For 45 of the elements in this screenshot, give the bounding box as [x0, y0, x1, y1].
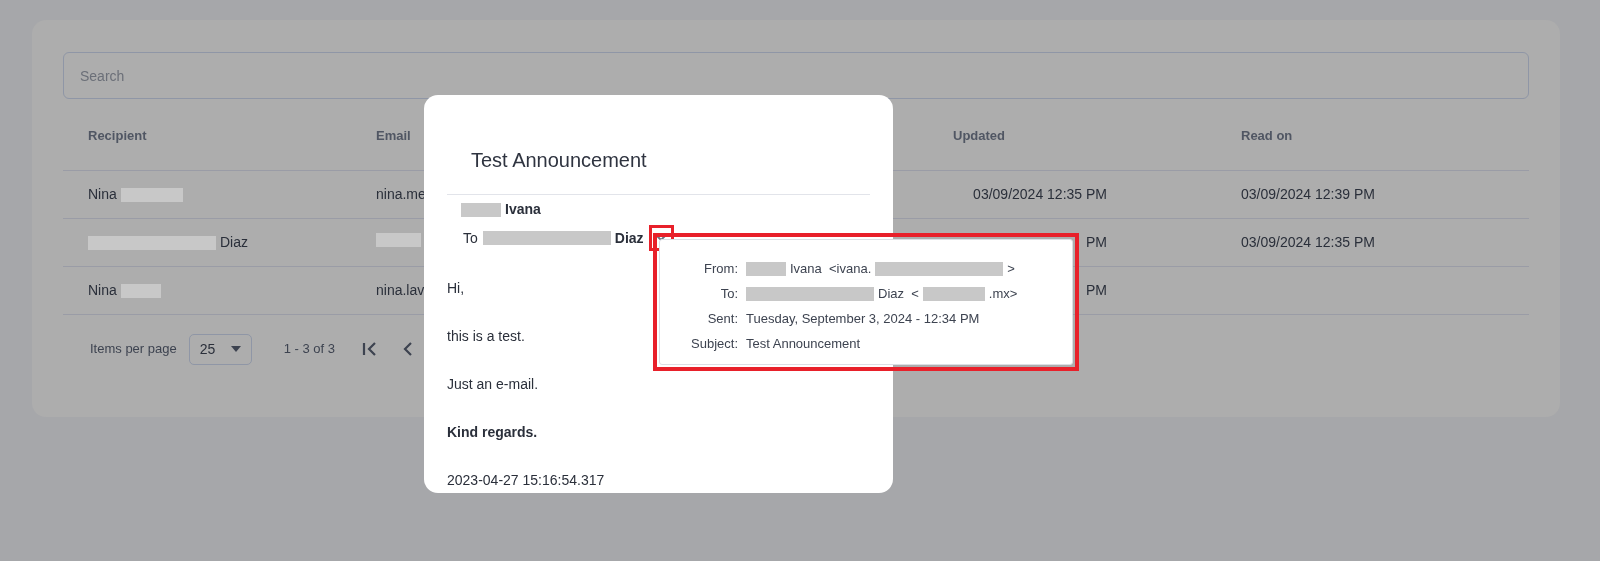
dialog-title: Test Announcement: [471, 149, 647, 171]
table-cell: nina.lav: [376, 282, 425, 298]
message-paragraph: this is a test.: [447, 327, 525, 346]
name-text: Test Announcement: [746, 334, 861, 353]
name-text: .mx>: [988, 284, 1018, 303]
message-paragraph: Hi,: [447, 279, 465, 298]
name-text: Nina: [88, 281, 117, 300]
redaction-bar: [461, 202, 501, 217]
redaction-bar: [746, 261, 786, 276]
name-text: Diaz: [614, 228, 644, 248]
chevron-left-icon: [403, 342, 414, 356]
table-cell: 03/09/2024 12:35 PM: [1241, 234, 1375, 250]
page-size-select[interactable]: 25: [188, 333, 252, 365]
message-paragraph: Kind regards.: [447, 423, 538, 442]
items-per-page-label: Items per page: [90, 340, 177, 359]
detail-label: To:: [720, 285, 738, 301]
name-text: >: [1007, 259, 1015, 278]
table-cell: nina.me: [376, 186, 426, 202]
to-label: To: [462, 228, 478, 248]
redaction-bar: [120, 283, 161, 298]
page-range: 1 - 3 of 3: [283, 340, 336, 359]
name-text: Nina: [88, 185, 117, 204]
redaction-bar: [376, 233, 421, 247]
name-text: Ivana <ivana.: [790, 259, 872, 278]
redaction-bar: [120, 187, 183, 202]
caret-down-icon: [230, 346, 241, 352]
message-paragraph: 2023-04-27 15:16:54.317: [447, 471, 605, 490]
name-text: Diaz <: [878, 284, 919, 303]
first-page-icon: [362, 342, 379, 356]
table-cell: 03/09/2024 12:39 PM: [1241, 186, 1375, 202]
name-text: Ivana: [505, 200, 541, 219]
table-cell-text: PM: [1086, 233, 1107, 252]
name-text: Tuesday, September 3, 2024 - 12:34 PM: [746, 309, 980, 328]
table-cell-text: 03/09/2024 12:35 PM: [973, 185, 1107, 204]
detail-label: From:: [704, 260, 738, 276]
detail-label: Subject:: [691, 335, 738, 351]
column-header: Read on: [1241, 127, 1293, 143]
detail-label: Sent:: [707, 310, 738, 326]
table-cell-text: PM: [1086, 281, 1107, 300]
message-paragraph: Just an e-mail.: [447, 375, 539, 394]
column-header: Email: [376, 127, 411, 143]
name-text: Diaz: [220, 233, 248, 252]
column-header: Recipient: [88, 127, 147, 143]
redaction-bar: [922, 286, 985, 301]
column-header: Updated: [953, 127, 1005, 143]
